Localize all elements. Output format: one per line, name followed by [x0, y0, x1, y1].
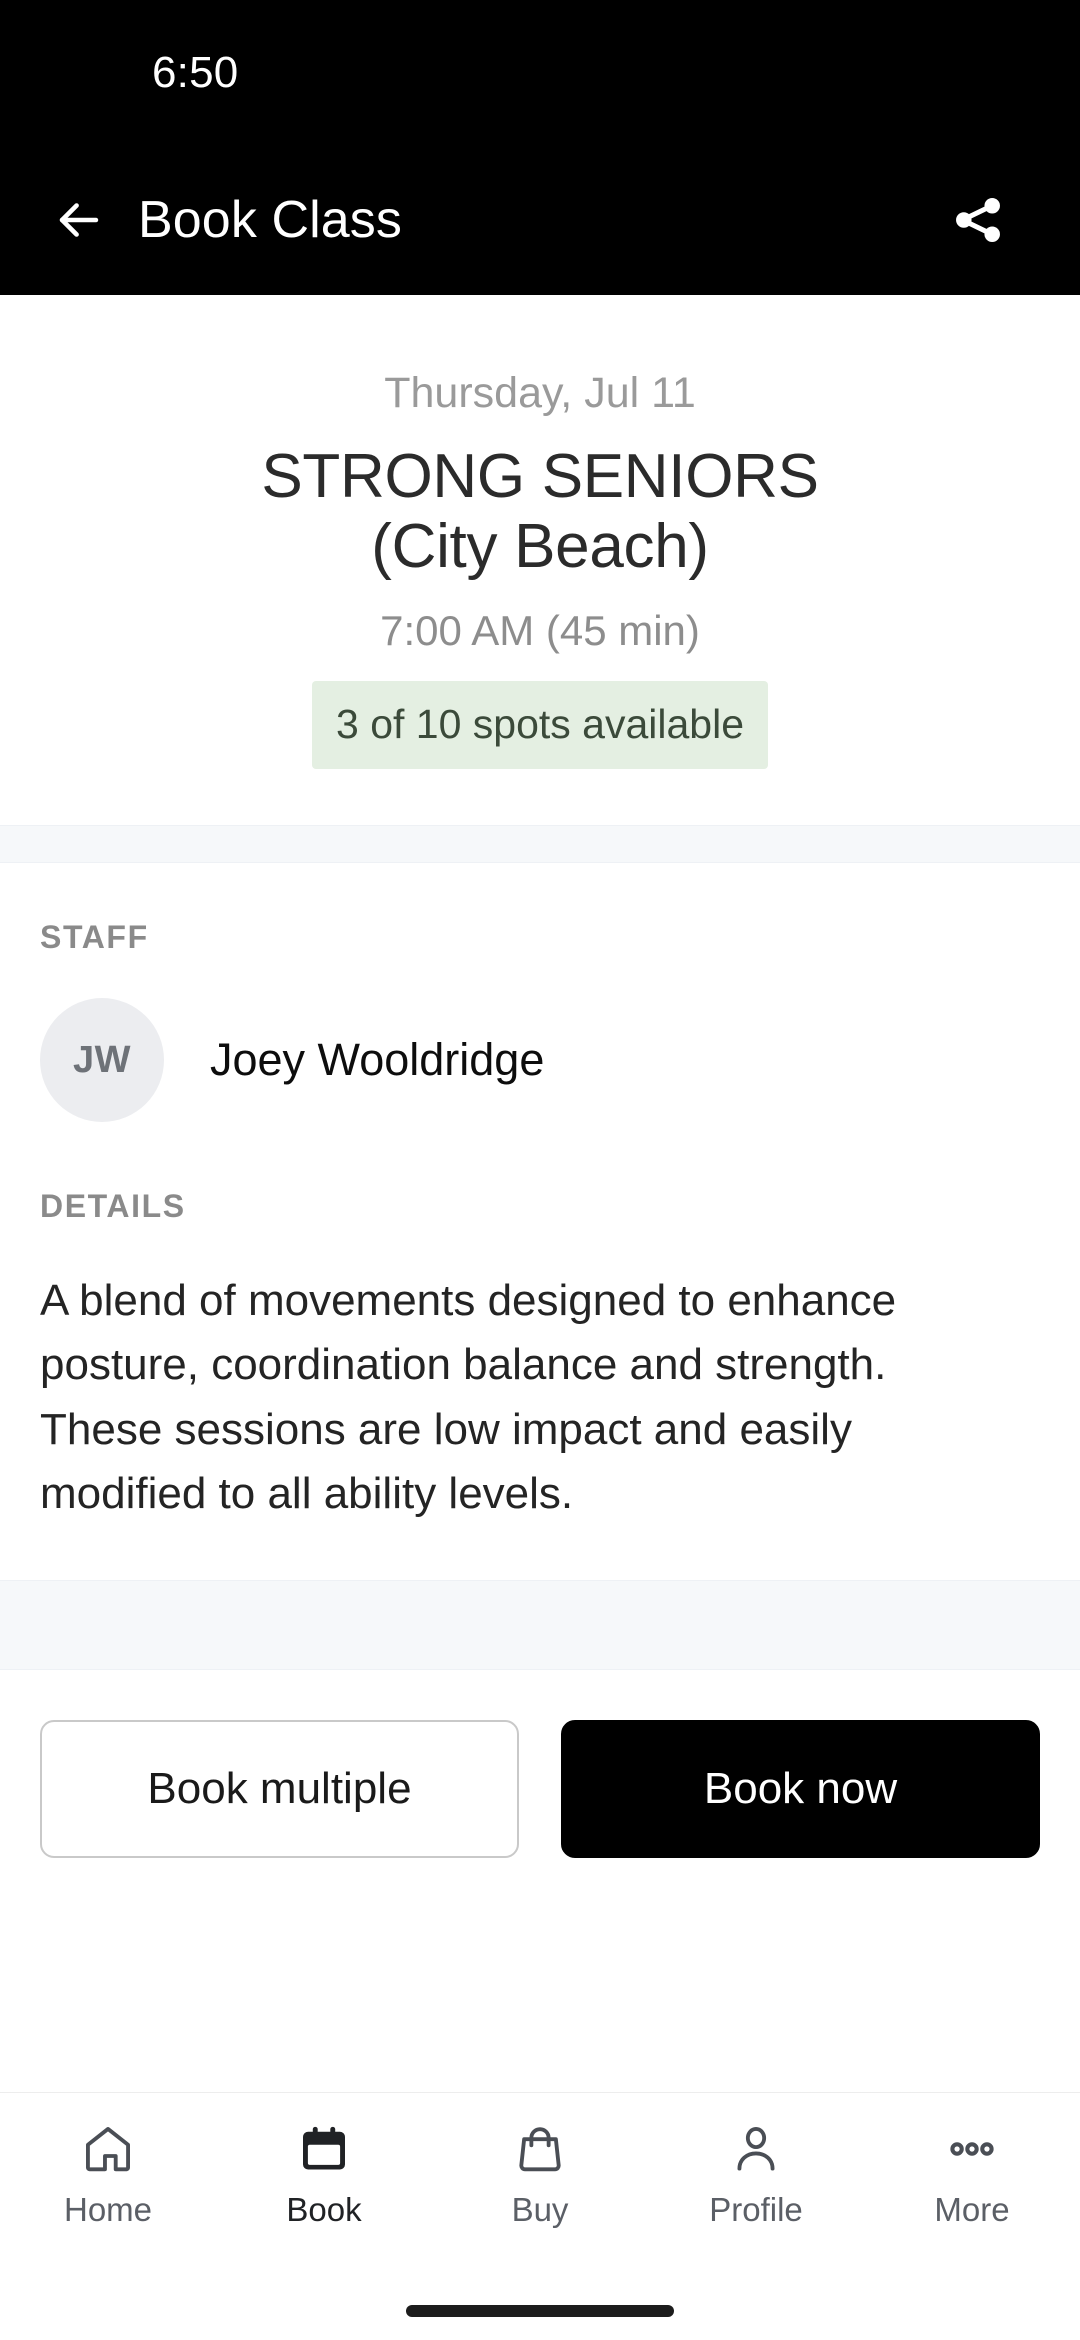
app-screen: 6:50 Book Class Thursday, Jul 11 STRONG …: [0, 0, 1080, 2340]
share-icon: [956, 198, 1000, 242]
nav-label-more: More: [934, 2191, 1010, 2228]
staff-row[interactable]: JW Joey Wooldridge: [40, 956, 1040, 1132]
details-description: A blend of movements designed to enhance…: [40, 1276, 897, 1518]
nav-item-book[interactable]: Book: [216, 2119, 432, 2226]
class-date: Thursday, Jul 11: [384, 369, 696, 417]
home-icon: [78, 2119, 138, 2179]
book-multiple-button[interactable]: Book multiple: [40, 1720, 519, 1859]
class-title: STRONG SENIORS (City Beach): [56, 442, 1024, 582]
status-bar-clock: 6:50: [152, 47, 239, 97]
section-divider-top: [0, 825, 1080, 864]
avatar: JW: [40, 998, 164, 1123]
person-icon: [726, 2119, 786, 2179]
book-now-button[interactable]: Book now: [561, 1720, 1040, 1859]
class-title-line-2: (City Beach): [371, 512, 709, 582]
staff-section-label: STAFF: [40, 919, 149, 956]
nav-label-home: Home: [63, 2191, 153, 2228]
ellipsis-icon: [942, 2119, 1002, 2179]
details-section-label: DETAILS: [40, 1188, 186, 1225]
nav-label-profile: Profile: [709, 2191, 803, 2228]
section-divider-bottom: [0, 1580, 1080, 1671]
nav-item-home[interactable]: Home: [0, 2119, 216, 2226]
share-button[interactable]: [940, 182, 1016, 258]
class-time: 7:00 AM (45 min): [380, 606, 700, 654]
avatar-initials: JW: [73, 1038, 131, 1081]
info-section: STAFF JW Joey Wooldridge DETAILS A blend…: [0, 863, 1080, 1581]
bag-icon: [510, 2119, 570, 2179]
staff-name: Joey Wooldridge: [210, 1034, 545, 1086]
nav-label-buy: Buy: [511, 2191, 569, 2228]
nav-item-buy[interactable]: Buy: [432, 2119, 648, 2226]
action-buttons: Book multiple Book now: [0, 1670, 1080, 1895]
calendar-icon: [294, 2119, 354, 2179]
page-title: Book Class: [138, 191, 402, 249]
nav-item-profile[interactable]: Profile: [648, 2119, 864, 2226]
class-header: Thursday, Jul 11 STRONG SENIORS (City Be…: [0, 295, 1080, 826]
spots-available-badge: 3 of 10 spots available: [312, 680, 768, 770]
bottom-navigation: Home Book Buy Profile More: [0, 2092, 1080, 2282]
home-indicator-area: [0, 2282, 1080, 2340]
app-bar: Book Class: [0, 145, 1080, 295]
class-title-line-1: STRONG SENIORS: [261, 442, 819, 512]
back-button[interactable]: [46, 187, 112, 253]
home-indicator[interactable]: [406, 2305, 674, 2317]
arrow-left-icon: [59, 203, 99, 237]
nav-item-more[interactable]: More: [864, 2119, 1080, 2226]
status-bar: 6:50: [0, 0, 1080, 145]
main-content: Thursday, Jul 11 STRONG SENIORS (City Be…: [0, 295, 1080, 2092]
nav-label-book: Book: [286, 2191, 362, 2228]
